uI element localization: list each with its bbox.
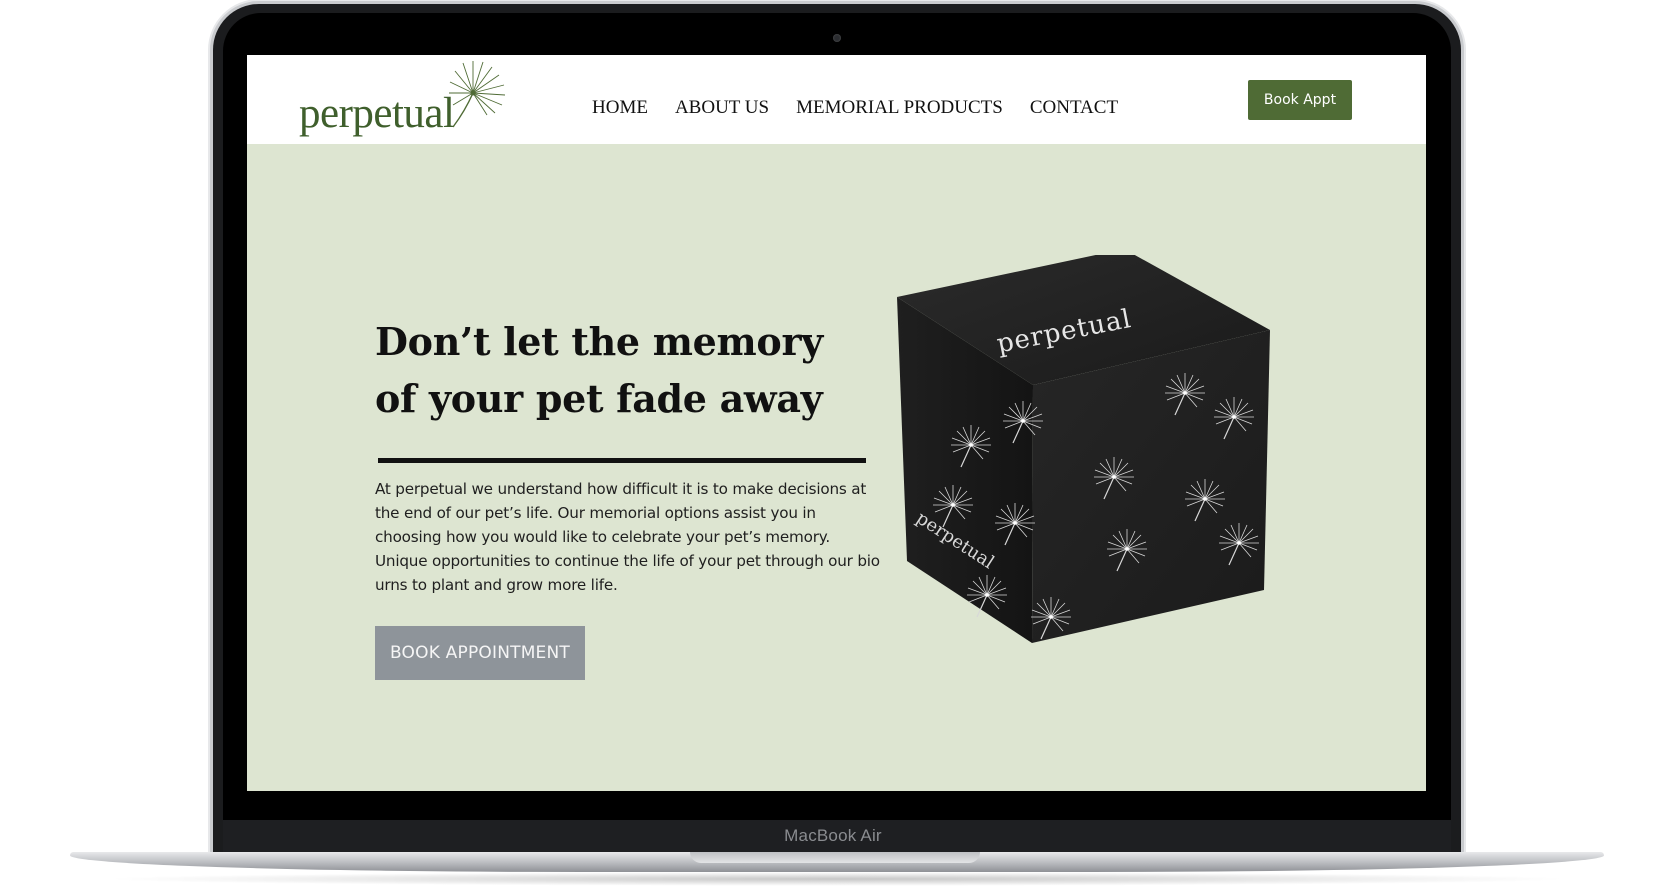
site-header: perpetual HOME ABOUT US MEMORIAL PRODUCT… xyxy=(247,55,1426,144)
nav-about-us[interactable]: ABOUT US xyxy=(675,97,769,119)
hero-headline: Don’t let the memory of your pet fade awa… xyxy=(375,313,855,427)
book-appt-button[interactable]: Book Appt xyxy=(1248,80,1352,120)
box-right-face xyxy=(1032,330,1270,643)
base-notch xyxy=(690,852,980,863)
logo[interactable]: perpetual xyxy=(299,89,455,138)
logo-text: perpetual xyxy=(299,90,455,137)
base-shadow xyxy=(100,872,1574,886)
dandelion-icon xyxy=(449,61,506,128)
browser-viewport: perpetual HOME ABOUT US MEMORIAL PRODUCT… xyxy=(247,55,1426,791)
nav-home[interactable]: HOME xyxy=(592,97,648,119)
headline-line-2: of your pet fade away xyxy=(375,376,823,421)
nav-contact[interactable]: CONTACT xyxy=(1030,97,1118,119)
hero-description: At perpetual we understand how difficult… xyxy=(375,480,880,594)
nav-memorial-products[interactable]: MEMORIAL PRODUCTS xyxy=(796,97,1003,119)
headline-line-1: Don’t let the memory xyxy=(375,319,823,364)
device-model-label: MacBook Air xyxy=(784,826,882,845)
main-nav: HOME ABOUT US MEMORIAL PRODUCTS CONTACT xyxy=(592,97,1145,119)
book-appointment-button[interactable]: BOOK APPOINTMENT xyxy=(375,626,585,680)
headline-divider xyxy=(378,458,866,463)
product-box-image: perpetual perpetual xyxy=(897,255,1270,643)
webcam xyxy=(833,34,841,42)
